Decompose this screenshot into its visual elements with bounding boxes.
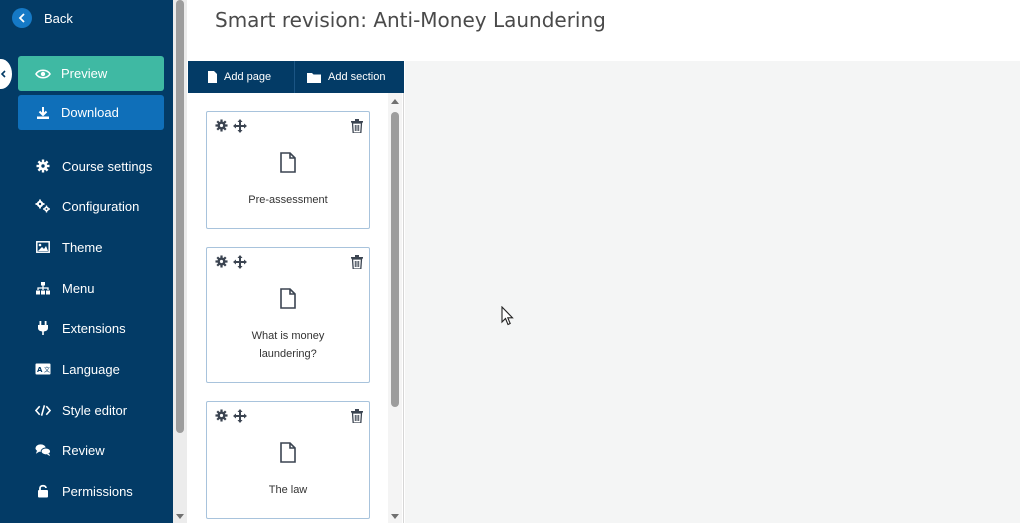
trash-icon[interactable] [351,255,363,274]
card-tools [215,119,247,138]
sidebar-item-label: Permissions [62,483,133,499]
image-icon [35,239,51,255]
page-title-label: What is money laundering? [251,330,325,360]
sidebar-item-label: Menu [62,280,95,296]
add-section-button[interactable]: Add section [295,61,404,93]
sidebar-item-review[interactable]: Review [35,440,105,460]
move-icon[interactable] [233,409,247,428]
back-button[interactable]: Back [12,7,73,29]
eye-icon [35,66,51,82]
svg-text:A: A [37,366,43,374]
file-icon [280,442,296,468]
page-title-label: The law [268,484,308,496]
svg-text:文: 文 [44,366,50,374]
sidebar-item-label: Review [62,442,105,458]
download-label: Download [61,105,119,120]
card-tools [215,255,247,274]
file-icon [280,288,296,314]
card-tools [215,409,247,428]
pages-panel: Add page Add section Pre-assessment What… [188,61,404,523]
sidebar-scrollbar[interactable] [173,0,187,523]
sidebar-item-course-settings[interactable]: Course settings [35,156,152,176]
scrollbar-thumb[interactable] [391,112,399,407]
scroll-down-arrow-icon[interactable] [391,514,399,519]
comments-icon [35,442,51,458]
pages-toolbar: Add page Add section [188,61,404,93]
gears-icon [35,198,51,214]
gear-icon [35,158,51,174]
sidebar-item-language[interactable]: A文 Language [35,359,120,379]
page-canvas[interactable] [405,61,1020,523]
chevron-left-icon [12,8,32,28]
sidebar-item-label: Configuration [62,198,140,214]
gear-icon[interactable] [215,409,228,428]
back-label: Back [44,10,73,26]
trash-icon[interactable] [351,409,363,428]
lock-icon [35,483,51,499]
preview-button[interactable]: Preview [18,56,164,91]
move-icon[interactable] [233,119,247,138]
add-page-label: Add page [224,71,272,83]
page-title-label: Pre-assessment [248,194,328,206]
sidebar: Back Preview Download Course settings Co… [0,0,173,523]
move-icon[interactable] [233,255,247,274]
sidebar-item-theme[interactable]: Theme [35,237,102,257]
add-page-button[interactable]: Add page [188,61,295,93]
download-icon [35,105,51,121]
page-title: Smart revision: Anti-Money Laundering [215,8,606,32]
file-icon [280,152,296,178]
scroll-up-arrow-icon[interactable] [391,99,399,104]
language-icon: A文 [35,361,51,377]
sidebar-item-label: Course settings [62,158,153,174]
file-icon [208,71,217,83]
mouse-cursor-icon [501,306,514,326]
code-icon [35,402,51,418]
sidebar-item-menu[interactable]: Menu [35,278,95,298]
sidebar-item-extensions[interactable]: Extensions [35,318,126,338]
sidebar-item-label: Style editor [62,402,128,418]
sidebar-item-configuration[interactable]: Configuration [35,196,139,216]
plug-icon [35,320,51,336]
preview-label: Preview [61,66,108,81]
page-card[interactable]: Pre-assessment [206,111,370,229]
pages-scrollbar[interactable] [388,93,402,523]
folder-icon [307,72,321,83]
page-card[interactable]: What is money laundering? [206,247,370,383]
collapse-tab[interactable] [0,59,12,89]
download-button[interactable]: Download [18,95,164,130]
sidebar-item-label: Language [62,361,120,377]
gear-icon[interactable] [215,119,228,138]
sidebar-item-label: Extensions [62,320,126,336]
sidebar-item-permissions[interactable]: Permissions [35,481,133,501]
scroll-down-arrow-icon[interactable] [176,514,184,519]
gear-icon[interactable] [215,255,228,274]
sidebar-item-style-editor[interactable]: Style editor [35,400,127,420]
page-card[interactable]: The law [206,401,370,519]
trash-icon[interactable] [351,119,363,138]
add-section-label: Add section [328,71,386,83]
sidebar-item-label: Theme [62,239,103,255]
scrollbar-thumb[interactable] [176,0,184,433]
sitemap-icon [35,280,51,296]
chevron-left-icon [0,70,6,78]
